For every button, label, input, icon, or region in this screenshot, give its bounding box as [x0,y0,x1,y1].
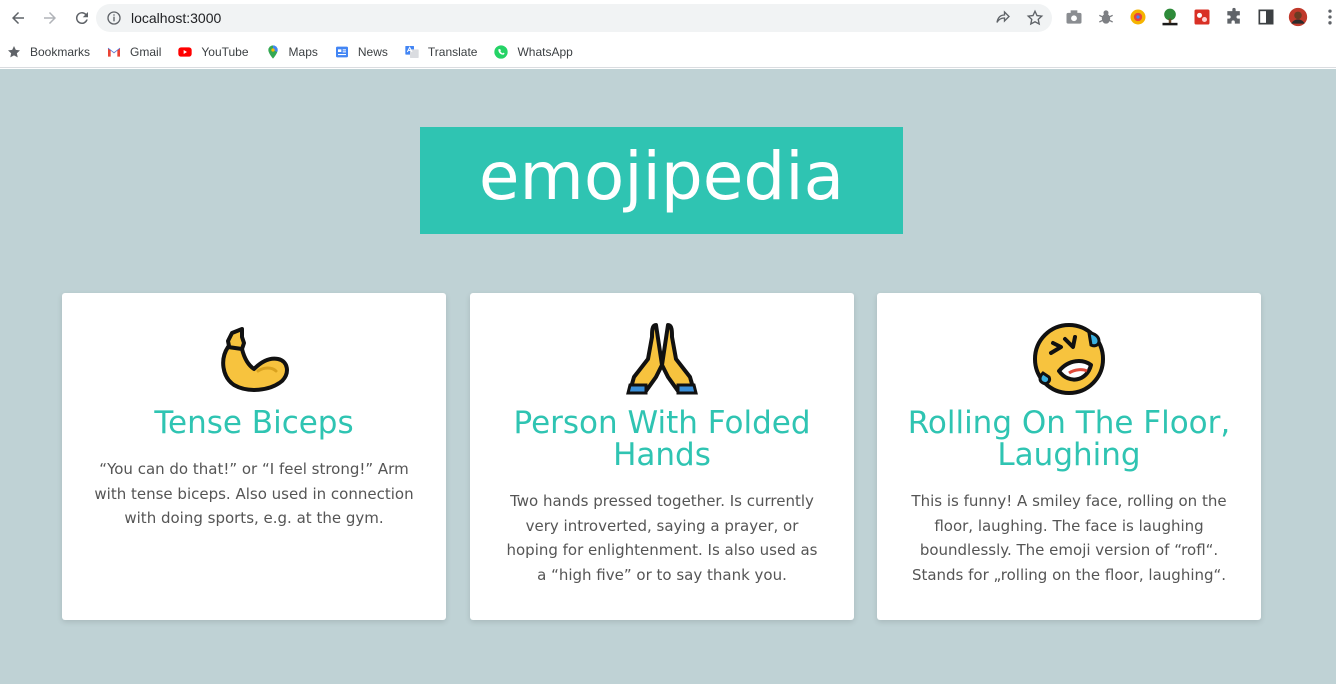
bookmark-label: Translate [427,44,478,59]
browser-toolbar: localhost:3000 [0,0,1336,36]
card-title: Person With Folded Hands [513,405,811,473]
folded-hands-icon [626,323,698,395]
forward-button[interactable] [36,4,64,32]
translate-icon [404,44,420,60]
bookmark-item-youtube[interactable]: YouTube [171,40,254,64]
puzzle-icon [1227,7,1240,24]
star-icon [6,44,22,60]
reload-button[interactable] [68,4,96,32]
site-title-banner: emojipedia [420,127,903,234]
emoji-card: Tense Biceps “You can do that!” or “I fe… [62,293,446,620]
url-text[interactable]: localhost:3000 [131,10,221,26]
camera-icon [1066,10,1082,24]
rofl-face-icon [1033,323,1105,395]
site-info-icon[interactable] [106,10,122,26]
maps-icon [265,44,281,60]
bookmark-item-whatsapp[interactable]: WhatsApp [487,40,578,64]
bookmark-item-bookmarks[interactable]: Bookmarks [0,40,96,64]
forward-arrow-icon [44,12,56,24]
bookmark-item-maps[interactable]: Maps [259,40,324,64]
back-arrow-icon [12,12,24,24]
avatar-icon [1288,7,1308,27]
tree-extension[interactable] [1160,7,1180,27]
bookmark-label: Maps [288,44,318,59]
bug-extension[interactable] [1096,7,1116,27]
extensions-button[interactable] [1224,7,1244,27]
whatsapp-icon [493,44,509,60]
flexed-biceps-icon [221,327,289,392]
page-title: emojipedia [478,137,845,215]
tree-icon [1162,8,1178,26]
youtube-icon [177,44,193,60]
page-content: emojipedia Tense Biceps “You can do that… [0,69,1336,684]
color-wheel-icon [1130,9,1146,25]
color-extension[interactable] [1128,7,1148,27]
profile-avatar[interactable] [1288,7,1308,27]
bookmarks-bar: Bookmarks Gmail YouTube Maps News Transl… [0,36,1336,68]
card-description: “You can do that!” or “I feel strong!” A… [94,460,414,527]
bookmark-label: WhatsApp [517,44,573,59]
kebab-menu-icon [1328,9,1332,25]
emoji-card: Rolling On The Floor, Laughing This is f… [877,293,1261,620]
bookmark-item-translate[interactable]: Translate [398,40,484,64]
back-button[interactable] [4,4,32,32]
camera-extension[interactable] [1064,7,1084,27]
emoji-card: Person With Folded Hands Two hands press… [470,293,854,620]
red-extension[interactable] [1192,7,1212,27]
extensions-area [1064,7,1336,27]
bug-icon [1099,10,1113,24]
bookmark-star-icon[interactable] [1026,9,1044,27]
side-panel-button[interactable] [1256,7,1276,27]
card-description: Two hands pressed together. Is currently… [506,492,818,584]
card-title: Rolling On The Floor, Laughing [907,405,1231,473]
side-panel-icon [1258,9,1274,25]
bookmark-item-news[interactable]: News [328,40,394,64]
bookmark-label: Gmail [130,44,162,59]
bookmark-label: Bookmarks [30,44,91,59]
red-square-icon [1194,9,1210,25]
address-bar[interactable]: localhost:3000 [96,4,1052,32]
share-icon[interactable] [994,9,1012,27]
gmail-icon [106,44,122,60]
bookmark-item-gmail[interactable]: Gmail [100,40,167,64]
menu-button[interactable] [1320,7,1336,27]
card-title: Tense Biceps [154,405,354,441]
bookmark-label: News [357,44,388,59]
reload-icon [75,12,88,25]
card-description: This is funny! A smiley face, rolling on… [911,492,1227,584]
news-icon [334,44,350,60]
bookmark-label: YouTube [201,44,249,59]
